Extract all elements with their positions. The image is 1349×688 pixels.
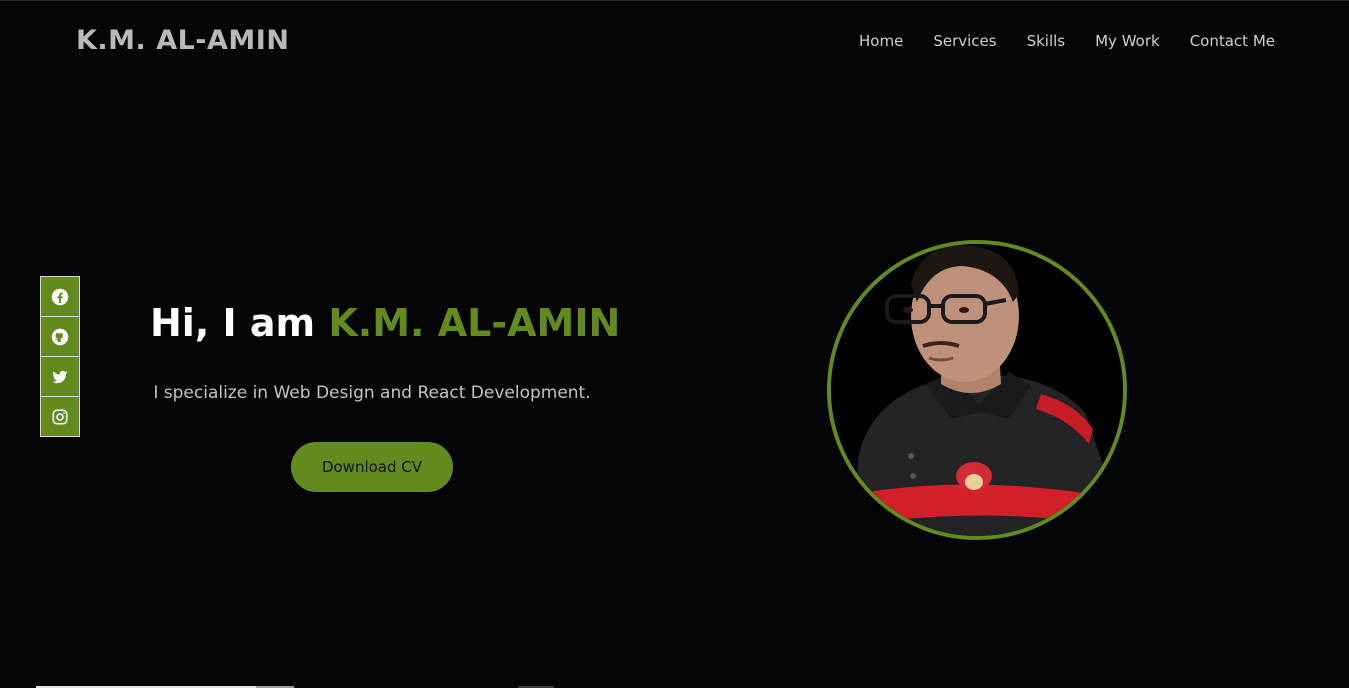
portfolio-page: K.M. AL-AMIN Home Services Skills My Wor… bbox=[0, 0, 1349, 688]
hero-subtitle: I specialize in Web Design and React Dev… bbox=[153, 383, 591, 403]
facebook-icon bbox=[51, 288, 69, 305]
nav-skills[interactable]: Skills bbox=[1027, 32, 1066, 50]
profile-photo-illustration bbox=[831, 244, 1123, 536]
main-nav: Home Services Skills My Work Contact Me bbox=[859, 32, 1275, 50]
nav-services[interactable]: Services bbox=[933, 32, 996, 50]
nav-my-work[interactable]: My Work bbox=[1095, 32, 1160, 50]
twitter-icon bbox=[52, 370, 68, 383]
hero-greeting: Hi, I am bbox=[150, 301, 329, 345]
instagram-icon bbox=[52, 409, 68, 424]
profile-photo bbox=[827, 240, 1127, 540]
nav-contact-me[interactable]: Contact Me bbox=[1190, 32, 1275, 50]
instagram-link[interactable] bbox=[41, 397, 79, 436]
github-icon bbox=[51, 328, 69, 345]
hero-name: K.M. AL-AMIN bbox=[328, 301, 621, 345]
social-links-sidebar bbox=[40, 276, 80, 437]
nav-home[interactable]: Home bbox=[859, 32, 903, 50]
brand-logo[interactable]: K.M. AL-AMIN bbox=[76, 25, 289, 56]
github-link[interactable] bbox=[41, 317, 79, 357]
hero-heading: Hi, I am K.M. AL-AMIN bbox=[150, 301, 620, 345]
download-cv-button[interactable]: Download CV bbox=[291, 442, 453, 492]
twitter-link[interactable] bbox=[41, 357, 79, 397]
facebook-link[interactable] bbox=[41, 277, 79, 317]
